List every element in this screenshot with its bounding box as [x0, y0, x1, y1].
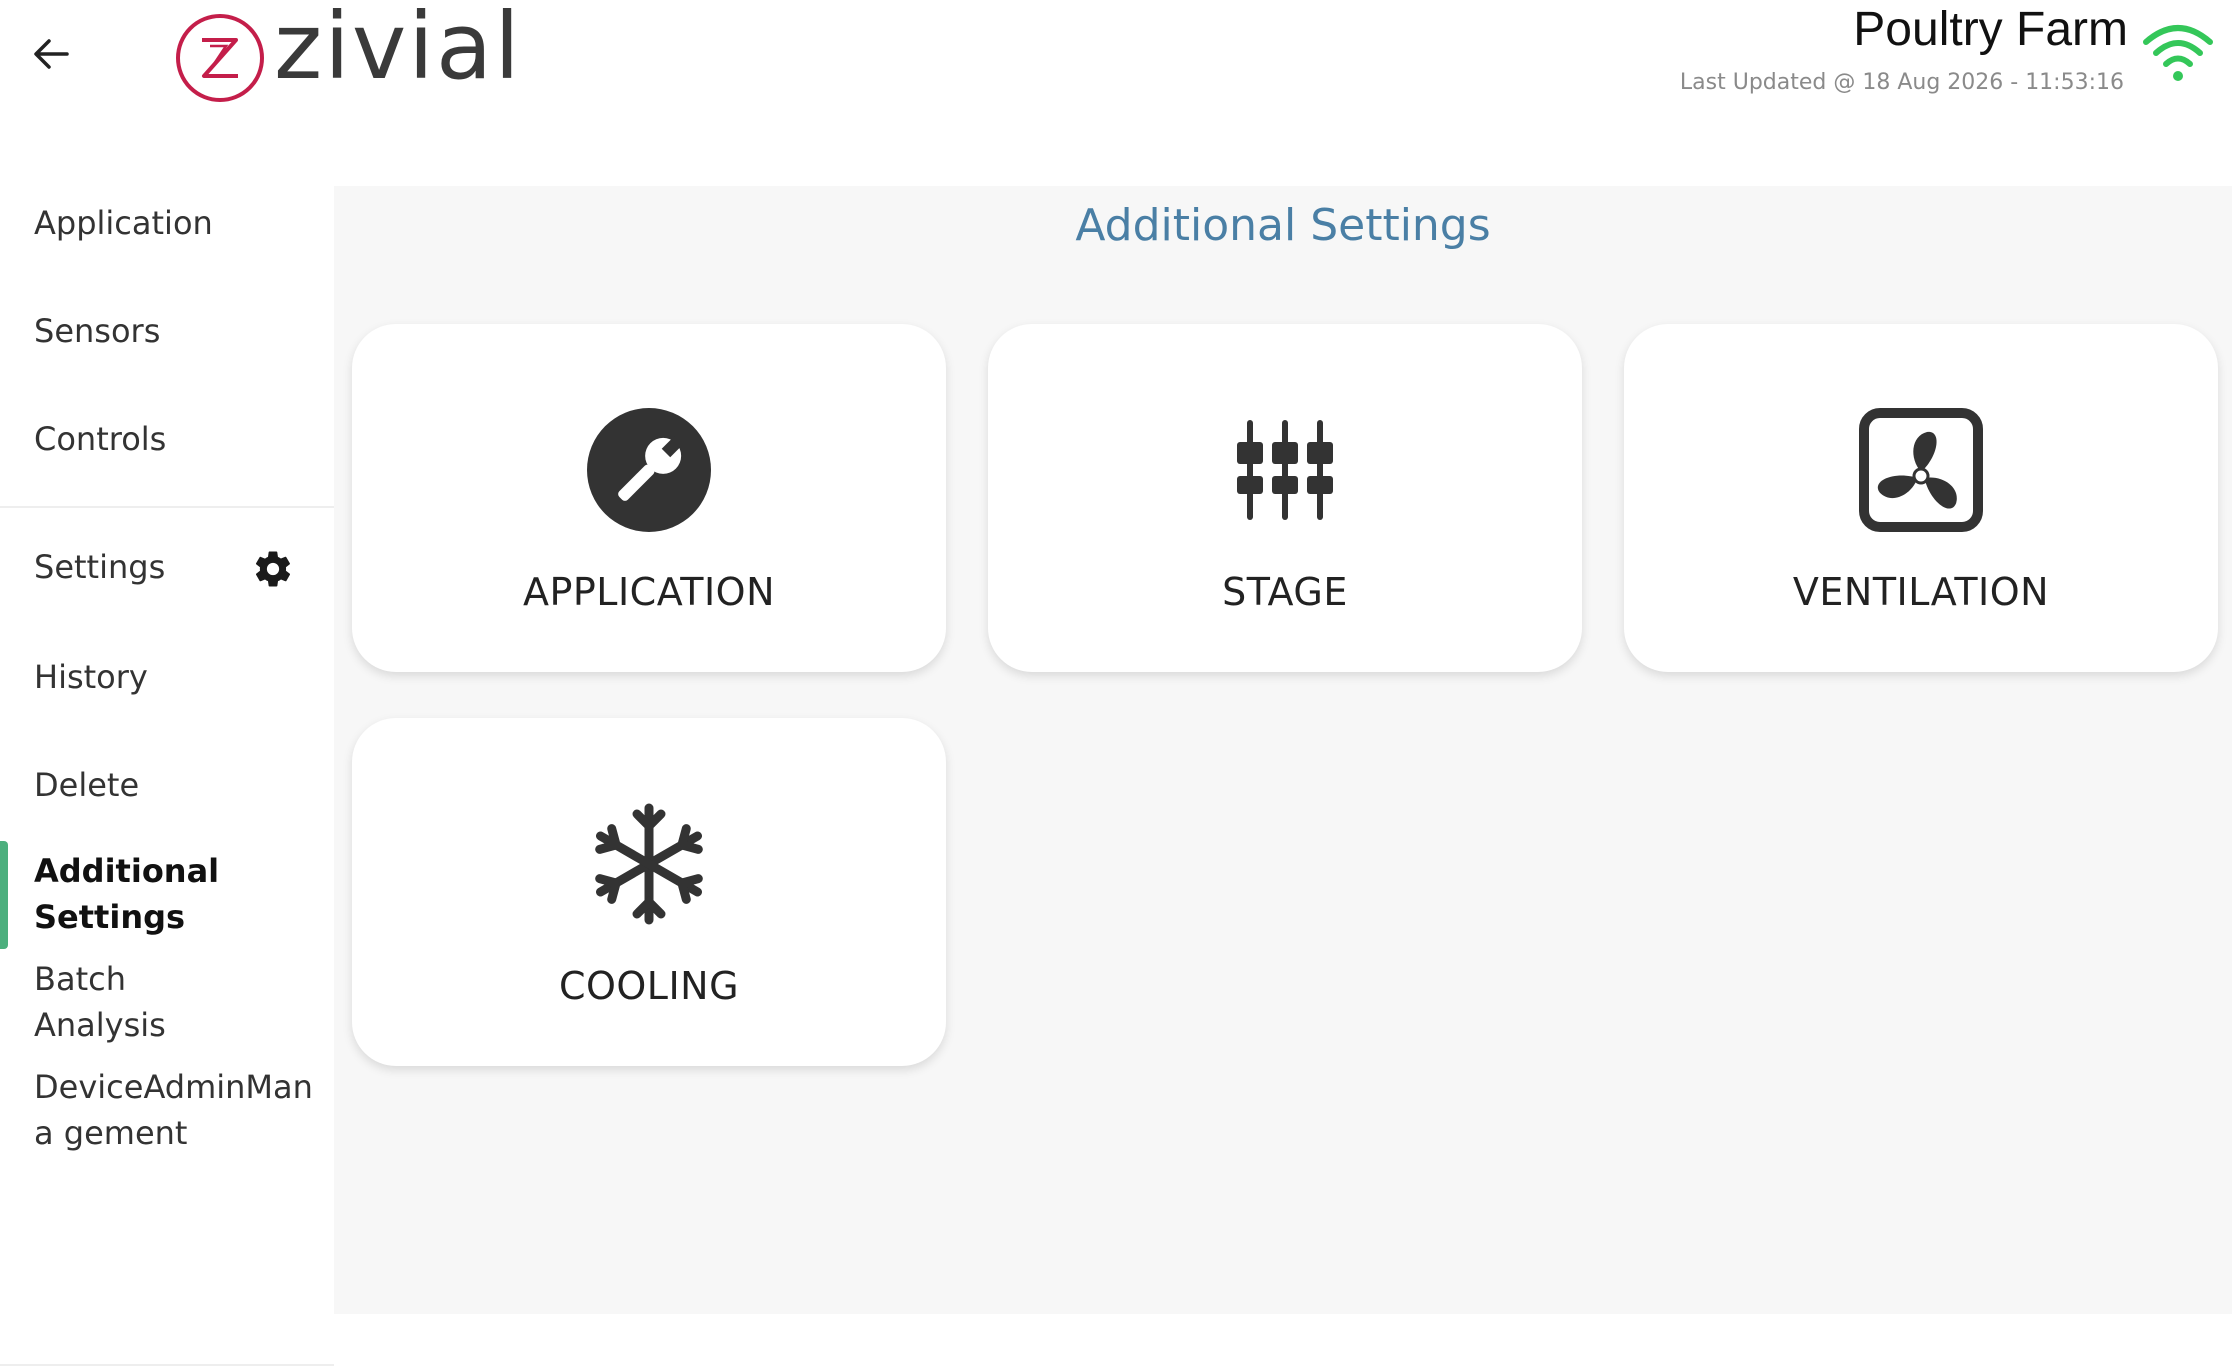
active-item-indicator [0, 841, 8, 949]
card-ventilation-icon-wrap [1624, 406, 2218, 534]
card-stage-icon-wrap [988, 406, 1582, 534]
page-title: Additional Settings [1075, 200, 1491, 251]
card-application-label: APPLICATION [522, 570, 776, 614]
card-cooling-icon-wrap [352, 800, 946, 928]
sidebar-nav: Application Sensors Controls Settings Hi… [0, 186, 334, 1366]
sidebar-item-sensors[interactable]: Sensors [34, 308, 160, 354]
sliders-icon [1237, 420, 1333, 520]
zivial-logo-mark-icon [176, 14, 264, 102]
card-stage-label: STAGE [1222, 570, 1348, 614]
last-updated-timestamp: Last Updated @ 18 Aug 2026 - 11:53:16 [1679, 70, 2124, 95]
card-cooling[interactable]: COOLING [352, 718, 946, 1066]
sidebar-item-application[interactable]: Application [34, 200, 213, 246]
arrow-left-icon [34, 39, 69, 69]
sidebar-item-settings[interactable]: Settings [34, 544, 165, 590]
sidebar-item-controls[interactable]: Controls [34, 416, 166, 462]
card-application-icon-wrap [352, 406, 946, 534]
sidebar-item-additional-settings[interactable]: Additional Settings [34, 848, 234, 940]
main-content: Additional Settings APPLICATION STAGE VE… [334, 186, 2232, 1314]
sidebar-item-device-admin-management[interactable]: DeviceAdminMana gement [34, 1064, 330, 1156]
app-header: zivial Poultry Farm Last Updated @ 18 Au… [0, 0, 2232, 186]
card-ventilation-label: VENTILATION [1792, 570, 2050, 614]
card-stage[interactable]: STAGE [988, 324, 1582, 672]
back-button[interactable] [26, 26, 76, 82]
card-ventilation[interactable]: VENTILATION [1624, 324, 2218, 672]
sidebar-item-history[interactable]: History [34, 654, 148, 700]
card-application[interactable]: APPLICATION [352, 324, 946, 672]
snowflake-icon [595, 803, 703, 925]
wrench-icon [587, 408, 711, 532]
brand-logo: zivial [150, 0, 545, 110]
sidebar-item-delete[interactable]: Delete [34, 762, 139, 808]
fan-icon [1859, 408, 1983, 532]
farm-title: Poultry Farm [1853, 3, 2128, 56]
wifi-icon [2143, 25, 2213, 81]
card-cooling-label: COOLING [558, 964, 740, 1008]
gear-icon [255, 551, 291, 587]
brand-name: zivial [274, 0, 522, 100]
sidebar-item-batch-analysis[interactable]: Batch Analysis [34, 956, 234, 1048]
